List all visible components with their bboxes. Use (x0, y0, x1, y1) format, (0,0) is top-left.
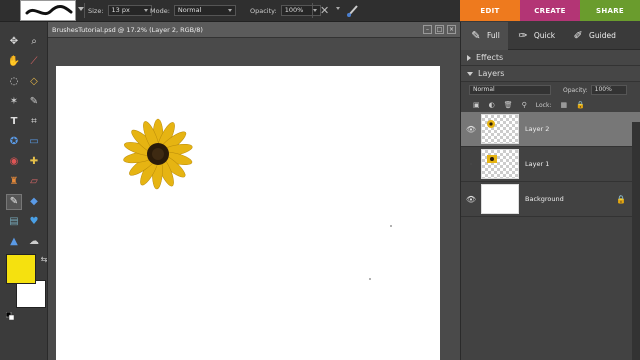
default-colors-icon[interactable] (5, 305, 15, 321)
adjustment-layer-icon[interactable]: ◐ (489, 101, 495, 109)
layers-toolbar: ▣ ◐ 🗑 ⚲ Lock: ▦ 🔒 (461, 98, 640, 112)
effects-panel-header[interactable]: Effects (461, 50, 640, 66)
layer-opacity-label: Opacity: (563, 86, 588, 94)
lock-label: Lock: (535, 101, 552, 109)
document-title-bar: BrushesTutorial.psd @ 17.2% (Layer 2, RG… (48, 22, 460, 38)
magic-wand-tool-icon[interactable]: ✶ (6, 94, 22, 110)
eyedropper-tool-icon[interactable]: ⟋ (26, 54, 42, 70)
clone-stamp-tool-icon[interactable]: ♜ (6, 174, 22, 190)
shape-tool-icon[interactable]: ♥ (26, 214, 42, 230)
layer-thumbnail (481, 184, 519, 214)
gradient-tool-icon[interactable]: ▤ (6, 214, 22, 230)
tab-edit[interactable]: EDIT (460, 0, 520, 21)
eraser-tool-icon[interactable]: ▱ (26, 174, 42, 190)
lock-all-icon[interactable]: 🔒 (576, 101, 585, 109)
maximize-icon[interactable]: □ (435, 25, 444, 34)
size-label: Size: (88, 6, 104, 15)
brush-stroke-icon (25, 4, 73, 16)
airbrush-dropdown-icon[interactable] (336, 7, 340, 10)
layer-row-layer-2[interactable]: 👁 Layer 2 (461, 112, 640, 147)
document-window: BrushesTutorial.psd @ 17.2% (Layer 2, RG… (48, 22, 460, 360)
tab-quick[interactable]: ✑ Quick (508, 22, 563, 50)
visibility-eye-icon[interactable]: 👁 (461, 125, 481, 134)
lasso-tool-icon[interactable]: ◇ (26, 74, 42, 90)
layer-row-layer-1[interactable]: · Layer 1 (461, 147, 640, 182)
layers-title: Layers (478, 69, 505, 78)
red-eye-tool-icon[interactable]: ◉ (6, 154, 22, 170)
tab-full[interactable]: ✎ Full (461, 21, 508, 50)
tab-share[interactable]: SHARE (580, 0, 640, 21)
toolbox: ✥ ⌕ ✋ ⟋ ◌ ◇ ✶ ✎ T ⌗ ✪ ▭ ◉ ✚ ♜ ▱ ✎ ◆ ▤ ♥ … (0, 22, 48, 360)
layer-thumbnail (481, 114, 519, 144)
brush-tool-icon[interactable]: ✎ (6, 194, 22, 210)
tab-guided[interactable]: ✐ Guided (563, 22, 624, 50)
tablet-options-icon[interactable] (346, 3, 360, 19)
brush-speck (369, 278, 371, 280)
move-tool-icon[interactable]: ✥ (6, 34, 22, 50)
sponge-tool-icon[interactable]: ☁ (26, 234, 42, 250)
tab-create[interactable]: CREATE (520, 0, 580, 21)
collapse-arrow-icon (467, 54, 471, 61)
tool-options-bar: Size: 13 px Mode: Normal Opacity: 100% ✕ (0, 0, 460, 22)
effects-title: Effects (476, 53, 504, 62)
hand-tool-icon[interactable]: ✋ (6, 54, 22, 70)
brush-speck (390, 225, 392, 227)
visibility-eye-icon[interactable]: · (461, 160, 481, 169)
divider (312, 3, 313, 18)
sunflower-brush-stamp (123, 118, 193, 190)
layer-opacity-field[interactable]: 100% (590, 85, 627, 95)
layer-name[interactable]: Layer 2 (525, 125, 549, 133)
mode-select[interactable]: Normal (173, 5, 236, 16)
lock-icon: 🔒 (616, 194, 626, 204)
tab-guided-label: Guided (589, 31, 616, 40)
delete-layer-icon[interactable]: 🗑 (504, 101, 513, 109)
layer-name[interactable]: Layer 1 (525, 160, 549, 168)
layer-name[interactable]: Background (525, 195, 564, 203)
cookie-cutter-tool-icon[interactable]: ✪ (6, 134, 22, 150)
full-edit-icon: ✎ (471, 29, 481, 42)
quick-edit-icon: ✑ (518, 29, 528, 42)
layers-panel-header[interactable]: Layers (461, 66, 640, 82)
background-color-swatch[interactable] (16, 280, 46, 308)
link-layers-icon[interactable]: ⚲ (522, 101, 527, 109)
new-layer-icon[interactable]: ▣ (473, 101, 480, 109)
paint-bucket-tool-icon[interactable]: ◆ (26, 194, 42, 210)
opacity-field[interactable]: 100% (280, 5, 321, 16)
guided-edit-icon: ✐ (573, 29, 583, 42)
type-tool-icon[interactable]: T (6, 114, 22, 130)
expand-arrow-icon (467, 71, 473, 76)
layer-thumbnail (481, 149, 519, 179)
close-icon[interactable]: × (447, 25, 456, 34)
marquee-tool-icon[interactable]: ◌ (6, 74, 22, 90)
opacity-label: Opacity: (250, 6, 277, 15)
layers-options-row: Normal Opacity: 100% (461, 82, 640, 98)
foreground-color-swatch[interactable] (6, 254, 36, 284)
quick-selection-tool-icon[interactable]: ✎ (26, 94, 42, 110)
blend-mode-select[interactable]: Normal (469, 85, 551, 95)
minimize-icon[interactable]: – (423, 25, 432, 34)
image-canvas[interactable] (56, 66, 440, 360)
crop-tool-icon[interactable]: ⌗ (26, 114, 42, 130)
zoom-tool-icon[interactable]: ⌕ (26, 34, 42, 50)
spot-healing-tool-icon[interactable]: ✚ (26, 154, 42, 170)
mode-label: Mode: (150, 6, 170, 15)
blur-tool-icon[interactable]: ▲ (6, 234, 22, 250)
panel-scrollbar[interactable] (632, 122, 640, 360)
airbrush-icon[interactable]: ✕ (320, 4, 329, 17)
panel-bin: ✎ Full ✑ Quick ✐ Guided Effects Layers N… (460, 21, 640, 360)
divider (84, 3, 85, 18)
lock-transparency-icon[interactable]: ▦ (560, 101, 567, 109)
visibility-eye-icon[interactable]: 👁 (461, 195, 481, 204)
size-field[interactable]: 13 px (107, 5, 152, 16)
tab-quick-label: Quick (533, 31, 556, 40)
document-title: BrushesTutorial.psd @ 17.2% (Layer 2, RG… (52, 25, 203, 34)
straighten-tool-icon[interactable]: ▭ (26, 134, 42, 150)
edit-mode-tabs: ✎ Full ✑ Quick ✐ Guided (461, 21, 640, 50)
mode-tabs: EDIT CREATE SHARE (460, 0, 640, 21)
layer-row-background[interactable]: 👁 Background 🔒 (461, 182, 640, 217)
tab-full-label: Full (487, 31, 500, 40)
brush-preset-preview[interactable] (20, 0, 76, 21)
